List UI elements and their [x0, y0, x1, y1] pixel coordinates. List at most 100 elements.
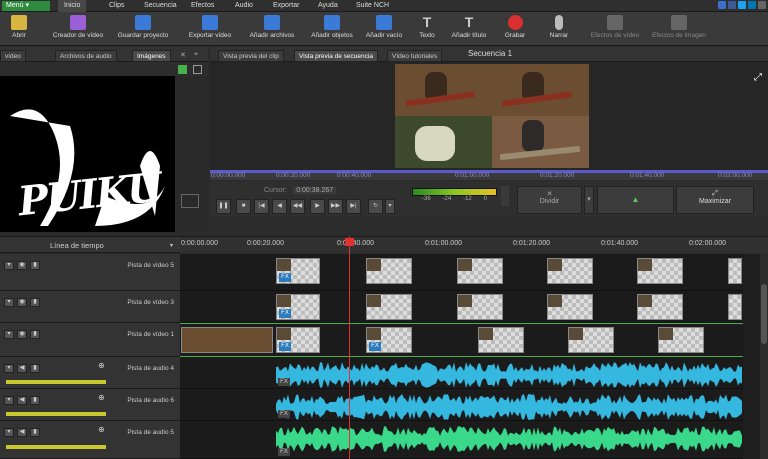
track-lane-audio-4[interactable]: FX [180, 357, 743, 389]
speaker-icon[interactable]: ◀ [17, 428, 27, 437]
video-clip[interactable] [658, 327, 704, 353]
eye-icon[interactable]: ◉ [17, 330, 27, 339]
tab-sequence-preview[interactable]: Vista previa de secuencia [294, 50, 378, 62]
tab-exportar[interactable]: Exportar [267, 0, 305, 12]
add-files-button[interactable]: Añadir archivos [244, 14, 300, 46]
zoom-icon[interactable]: ⊕ [98, 425, 105, 434]
volume-slider[interactable] [6, 380, 106, 384]
snapshot-button[interactable]: ▲ [597, 186, 674, 214]
add-objects-button[interactable]: Añadir objetos [304, 14, 360, 46]
skip-start-button[interactable]: |◀ [254, 199, 269, 214]
video-clip[interactable] [547, 294, 593, 320]
track-lane-video-1[interactable]: FX FX [180, 323, 743, 357]
video-clip[interactable] [547, 258, 593, 284]
tab-efectos[interactable]: Efectos [185, 0, 220, 12]
record-button[interactable]: Grabar [500, 14, 530, 46]
volume-slider[interactable] [6, 412, 106, 416]
like-icon[interactable] [718, 1, 726, 9]
rewind-button[interactable]: ◀◀ [290, 199, 305, 214]
solo-icon[interactable]: ▮ [30, 396, 40, 405]
narrate-button[interactable]: Narrar [542, 14, 576, 46]
video-clip[interactable]: FX [276, 294, 320, 320]
prev-frame-button[interactable]: ◀ [272, 199, 287, 214]
tab-images[interactable]: Imágenes [132, 50, 171, 62]
zoom-icon[interactable]: ⊕ [98, 393, 105, 402]
tab-secuencia[interactable]: Secuencia [138, 0, 183, 12]
timeline-dropdown[interactable]: ▾ [170, 242, 173, 249]
track-lane-video-3[interactable]: FX [180, 291, 743, 323]
lock-icon[interactable]: ▮ [30, 298, 40, 307]
speaker-icon[interactable]: ◀ [17, 396, 27, 405]
video-clip[interactable] [366, 258, 412, 284]
play-button[interactable]: ▶ [310, 199, 325, 214]
playhead[interactable] [349, 236, 350, 459]
collapse-icon[interactable]: ▾ [4, 428, 14, 437]
open-button[interactable]: Abrir [4, 14, 34, 46]
linkedin-icon[interactable] [748, 1, 756, 9]
video-clip[interactable] [728, 258, 742, 284]
track-lane-video-5[interactable]: FX [180, 254, 743, 291]
cursor-value[interactable]: 0:00:38.267 [293, 187, 337, 194]
speaker-icon[interactable]: ◀ [17, 364, 27, 373]
zoom-icon[interactable]: ⊕ [98, 361, 105, 370]
video-clip[interactable] [478, 327, 524, 353]
video-creator-button[interactable]: Creador de vídeo [48, 14, 108, 46]
tab-audio[interactable]: Audio [229, 0, 259, 12]
audio-fx[interactable]: FX [278, 410, 290, 418]
video-clip[interactable]: FX [276, 327, 320, 353]
tab-clip-preview[interactable]: Vista previa del clip [218, 50, 284, 62]
tab-inicio[interactable]: Inicio [58, 0, 87, 12]
collapse-icon[interactable]: ▾ [4, 396, 14, 405]
solo-icon[interactable]: ▮ [30, 364, 40, 373]
lock-icon[interactable]: ▮ [30, 330, 40, 339]
tab-audio-files[interactable]: Archivos de audio [55, 50, 117, 62]
list-view-icon[interactable] [193, 65, 202, 74]
stop-button[interactable]: ■ [236, 199, 251, 214]
collapse-icon[interactable]: ▾ [4, 261, 14, 270]
loop-button[interactable]: ↻ [368, 199, 383, 214]
add-media-icon[interactable] [178, 65, 187, 74]
forward-button[interactable]: ▶▶ [328, 199, 343, 214]
volume-slider[interactable] [6, 445, 106, 449]
scroll-thumb[interactable] [761, 284, 767, 344]
eye-icon[interactable]: ◉ [17, 261, 27, 270]
tab-video-files[interactable]: vídeo [0, 50, 26, 62]
fullscreen-icon[interactable]: ⤢ [754, 72, 762, 83]
video-clip[interactable] [568, 327, 614, 353]
add-blank-button[interactable]: Añadir vacío [362, 14, 406, 46]
tab-ayuda[interactable]: Ayuda [312, 0, 344, 12]
video-clip[interactable] [366, 294, 412, 320]
maximize-button[interactable]: ⤢ Maximizar [676, 186, 754, 214]
export-video-button[interactable]: Exportar vídeo [182, 14, 238, 46]
audio-fx[interactable]: FX [278, 448, 290, 456]
solo-icon[interactable]: ▮ [30, 428, 40, 437]
video-clip[interactable]: FX [276, 258, 320, 284]
twitter-icon[interactable] [738, 1, 746, 9]
collapse-icon[interactable]: ▾ [4, 330, 14, 339]
facebook-icon[interactable] [728, 1, 736, 9]
skip-end-button[interactable]: ▶| [346, 199, 361, 214]
main-menu-button[interactable]: Menú ▾ [2, 1, 50, 11]
video-effects-button[interactable]: Efectos de vídeo [586, 14, 644, 46]
settings-icon[interactable] [758, 1, 766, 9]
playhead-handle[interactable] [345, 238, 354, 246]
save-project-button[interactable]: Guardar proyecto [112, 14, 174, 46]
video-clip[interactable] [637, 258, 683, 284]
video-clip[interactable] [457, 294, 503, 320]
audio-fx[interactable]: FX [278, 378, 290, 386]
image-effects-button[interactable]: Efectos de imagen [648, 14, 710, 46]
video-clip[interactable]: FX [366, 327, 412, 353]
pause-button[interactable]: ❚❚ [216, 199, 231, 214]
close-icon[interactable]: ✕ [180, 51, 186, 59]
collapse-icon[interactable]: ▾ [4, 364, 14, 373]
lock-icon[interactable]: ▮ [30, 261, 40, 270]
tab-clips[interactable]: Clips [103, 0, 131, 12]
tab-video-tutorials[interactable]: Vídeo tutoriales [387, 50, 443, 62]
add-title-button[interactable]: T Añadir título [446, 14, 492, 46]
divide-button[interactable]: ✕ Dividir [517, 186, 582, 214]
track-lane-audio-5[interactable]: FX [180, 421, 743, 459]
collapse-icon[interactable]: ▾ [4, 298, 14, 307]
image-thumbnail[interactable]: PUIKU [0, 76, 175, 232]
video-clip[interactable] [181, 327, 273, 353]
divide-dropdown[interactable]: ▾ [584, 186, 594, 214]
